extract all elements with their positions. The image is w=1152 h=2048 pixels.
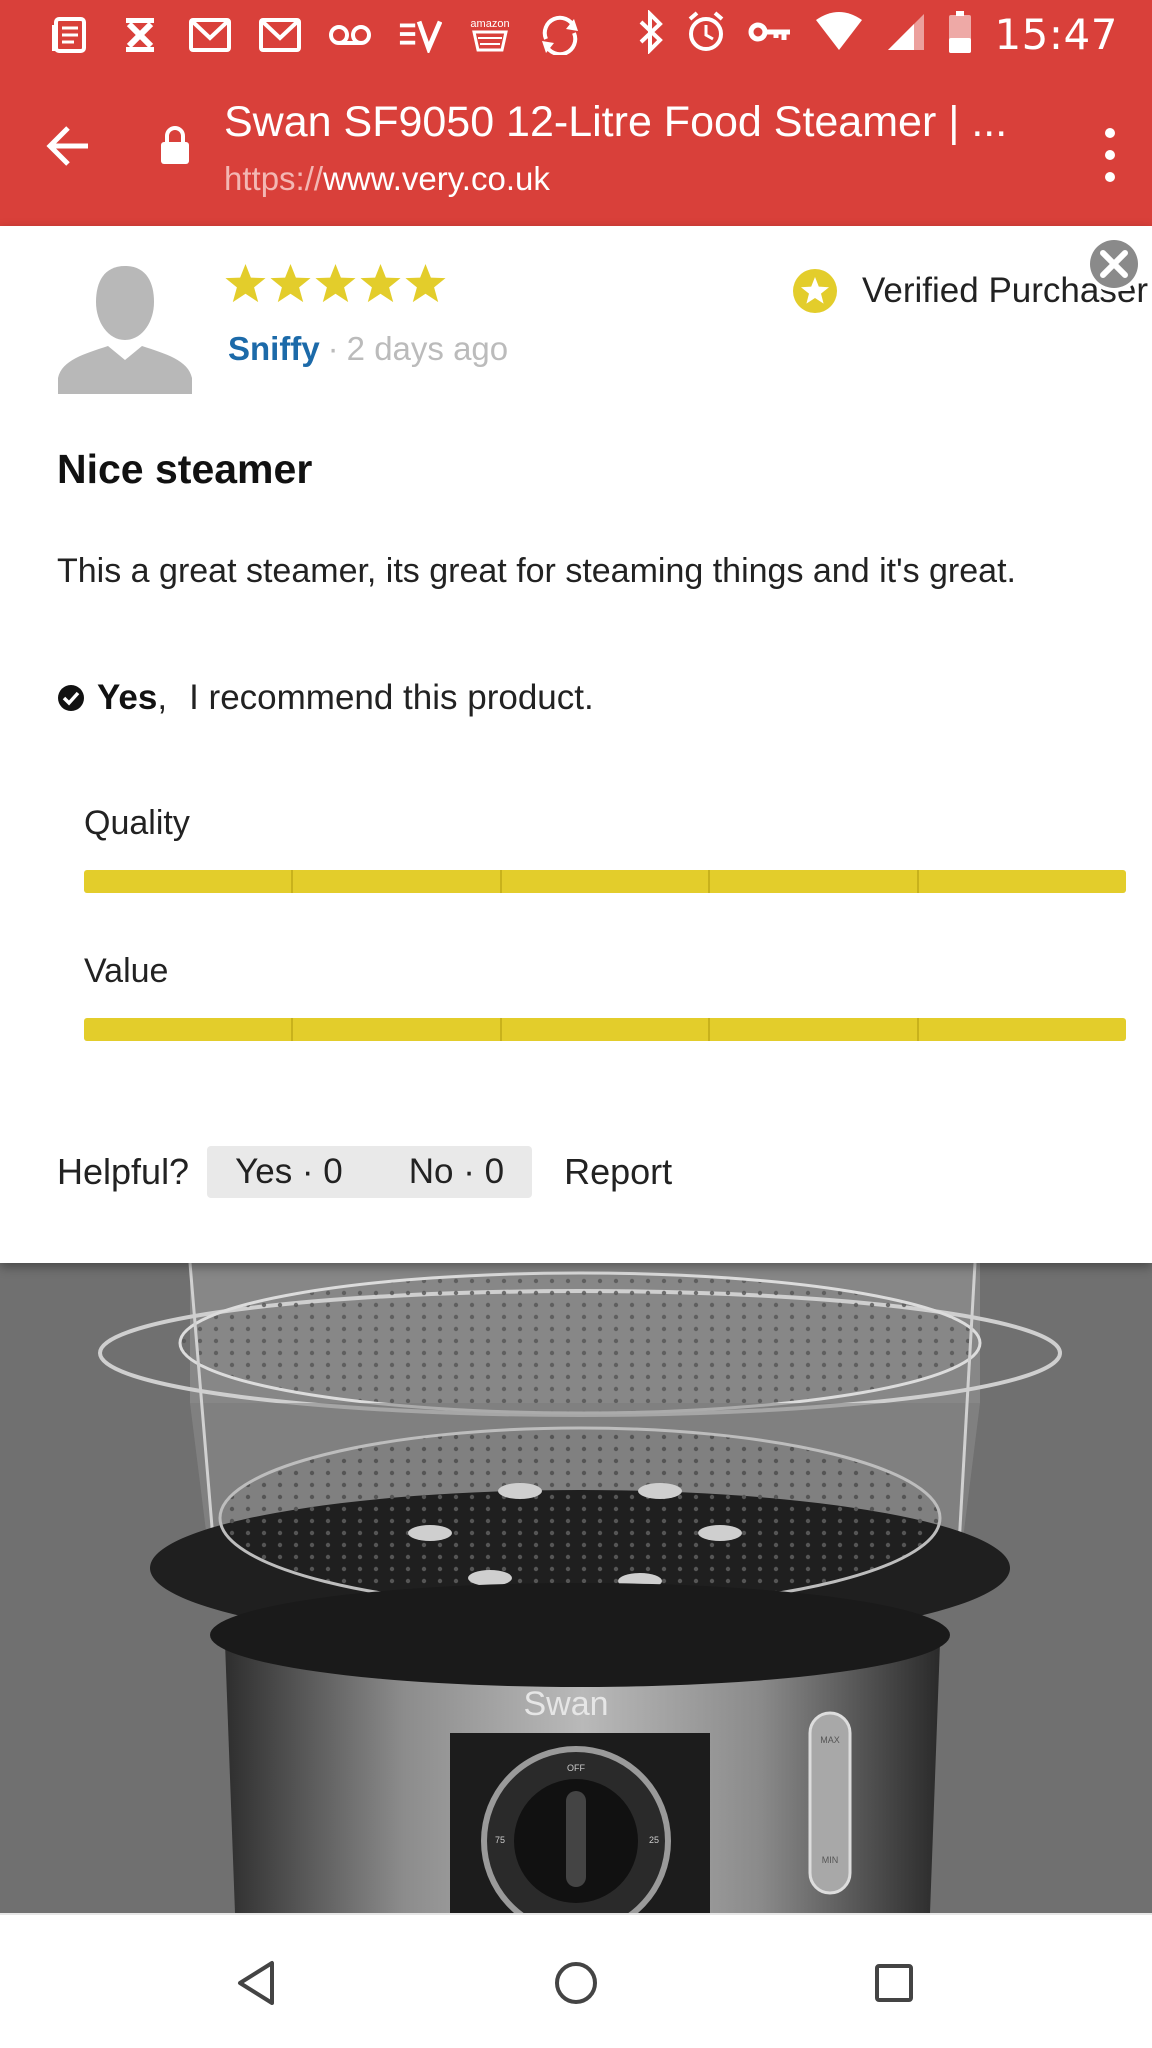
nav-back-button[interactable] (224, 1951, 288, 2015)
rating-segment (710, 870, 920, 893)
close-icon (1086, 236, 1142, 292)
page-url[interactable]: https://www.very.co.uk (224, 160, 550, 198)
page-title[interactable]: Swan SF9050 12-Litre Food Steamer | ... (224, 98, 1024, 147)
home-circle-icon (555, 1962, 597, 2004)
system-status-icons: 15:47 (638, 9, 1118, 59)
helpful-label: Helpful? (57, 1151, 190, 1192)
x-icon (118, 14, 162, 56)
menu-dot (1105, 172, 1115, 182)
notification-icons: amazon (48, 14, 582, 56)
review-card: Sniffy · 2 days ago Verified Purchaser N… (0, 226, 1152, 1263)
review-meta: Sniffy · 2 days ago (228, 330, 508, 368)
food-steamer-image: Swan OFF 75 25 MAX MIN (98, 1263, 1062, 1913)
battery-icon (948, 10, 972, 59)
rating-segment (292, 870, 502, 893)
voicemail-icon (328, 14, 372, 56)
close-button[interactable] (1084, 234, 1144, 294)
lock-icon (160, 126, 200, 178)
dial-off-label: OFF (567, 1763, 585, 1773)
author-name[interactable]: Sniffy (228, 330, 320, 368)
recents-square-icon (875, 1964, 913, 2002)
rating-label-quality: Quality (84, 804, 190, 842)
nav-recents-button[interactable] (862, 1951, 926, 2015)
arrow-left-icon (46, 126, 88, 166)
gmail-icon (258, 14, 302, 56)
meta-separator: · (327, 330, 339, 367)
gauge-min-label: MIN (822, 1855, 839, 1865)
back-button[interactable] (36, 114, 100, 178)
star-icon (270, 263, 311, 303)
browser-toolbar: Swan SF9050 12-Litre Food Steamer | ... … (0, 70, 1152, 226)
dial-75-label: 75 (495, 1835, 505, 1845)
rating-segment (292, 1018, 502, 1041)
rating-label-value: Value (84, 952, 169, 990)
recommend-text: I recommend this product. (189, 678, 594, 717)
status-bar: amazon 15:47 (0, 0, 1152, 70)
clock: 15:47 (994, 10, 1118, 59)
avatar (58, 260, 192, 394)
star-icon (405, 263, 446, 303)
star-icon (360, 263, 401, 303)
menu-dot (1105, 150, 1115, 160)
gauge-max-label: MAX (820, 1735, 840, 1745)
url-protocol: https:// (224, 160, 324, 197)
rating-segment (919, 1018, 1126, 1041)
brand-text: Swan (523, 1685, 608, 1723)
rating-segment (501, 1018, 711, 1041)
rating-bar-quality (84, 870, 1126, 893)
system-nav-bar (0, 1913, 1152, 2048)
review-body: This a great steamer, its great for stea… (57, 552, 1016, 590)
dial-25-label: 25 (649, 1835, 659, 1845)
back-triangle-icon (238, 1961, 274, 2005)
helpful-row: Helpful? Yes · 0 No · 0 Report (57, 1146, 672, 1198)
sync-icon (538, 14, 582, 56)
gmail-icon (188, 14, 232, 56)
rating-bar-value (84, 1018, 1126, 1041)
star-icon (225, 263, 266, 303)
menu-dot (1105, 128, 1115, 138)
vpn-key-icon (748, 20, 792, 49)
rating-segment (84, 870, 293, 893)
helpful-no-button[interactable]: No · 0 (409, 1152, 504, 1192)
review-title: Nice steamer (57, 446, 313, 492)
rating-segment (710, 1018, 920, 1041)
rating-segment (919, 870, 1126, 893)
product-image: Swan OFF 75 25 MAX MIN (0, 1263, 1152, 1913)
star-rating (224, 262, 447, 305)
news-icon (48, 14, 92, 56)
overflow-menu-button[interactable] (1090, 120, 1130, 190)
bluetooth-icon (638, 9, 664, 59)
rating-segment (501, 870, 711, 893)
recommend-comma: , (157, 678, 168, 717)
recommendation: Yes, I recommend this product. (57, 678, 594, 718)
wifi-icon (814, 12, 864, 57)
user-silhouette-icon (58, 266, 192, 394)
check-circle-icon (58, 685, 84, 711)
url-host: www.very.co.uk (323, 160, 550, 197)
star-icon (315, 263, 356, 303)
signal-icon (886, 12, 926, 57)
verified-star-icon (793, 269, 837, 313)
recommend-yes: Yes (97, 678, 158, 717)
vote-box: Yes · 0 No · 0 (207, 1146, 533, 1198)
nav-home-button[interactable] (544, 1951, 608, 2015)
evernote-icon (398, 14, 442, 56)
report-link[interactable]: Report (564, 1151, 672, 1193)
alarm-icon (686, 11, 726, 58)
review-time: 2 days ago (346, 330, 509, 367)
amazon-icon: amazon (468, 14, 512, 56)
amazon-logo-text: amazon (470, 18, 510, 30)
helpful-yes-button[interactable]: Yes · 0 (235, 1152, 343, 1192)
rating-segment (84, 1018, 293, 1041)
